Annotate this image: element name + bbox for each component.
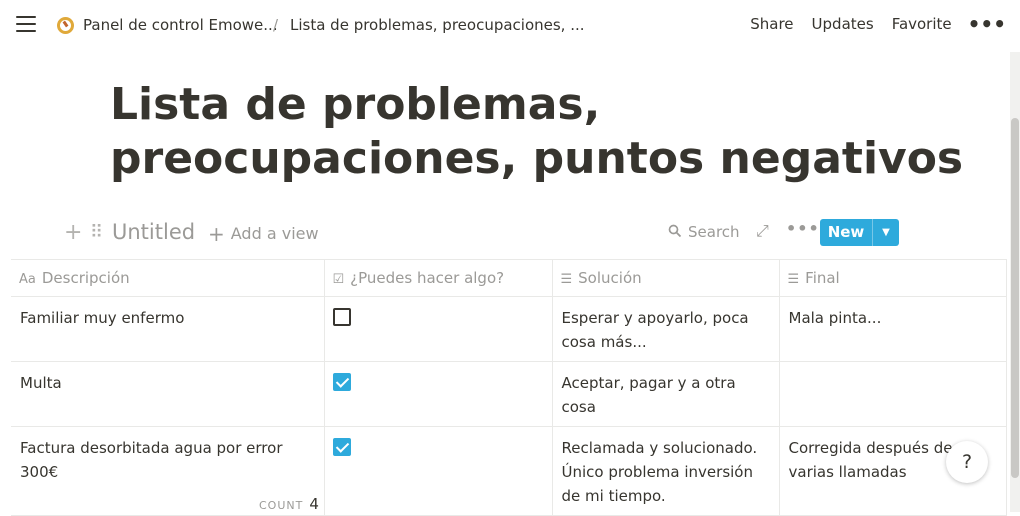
new-button-label[interactable]: New: [820, 219, 873, 246]
breadcrumb-separator: /: [273, 16, 279, 34]
column-header-final[interactable]: ☰ Final: [778, 259, 1007, 297]
column-label: Solución: [578, 269, 642, 287]
checkbox-unchecked[interactable]: [332, 308, 351, 326]
view-name[interactable]: Untitled: [112, 220, 195, 244]
cell-final[interactable]: [778, 361, 1007, 427]
checkbox-icon: ☑: [332, 272, 345, 287]
scrollbar-thumb[interactable]: [1011, 118, 1019, 478]
count-value: 4: [309, 495, 319, 513]
drag-handle-icon[interactable]: ⠿: [90, 222, 103, 243]
checkbox-checked[interactable]: [332, 373, 351, 391]
updates-button[interactable]: Updates: [812, 15, 874, 33]
more-options-icon[interactable]: •••: [968, 14, 1006, 34]
view-options-icon[interactable]: •••: [786, 219, 820, 238]
title-property-icon: Aa: [19, 272, 36, 287]
checkbox-checked[interactable]: [332, 438, 351, 456]
add-block-icon[interactable]: +: [64, 220, 82, 245]
table-row[interactable]: Familiar muy enfermo Esperar y apoyarlo,…: [11, 296, 1007, 362]
sidebar-menu-icon[interactable]: [16, 16, 36, 34]
cell-puedes[interactable]: [323, 361, 553, 427]
text-lines-icon: ☰: [787, 272, 800, 287]
add-view-button[interactable]: + Add a view: [208, 222, 319, 246]
cell-solucion[interactable]: Aceptar, pagar y a otra cosa: [551, 361, 780, 427]
cell-solucion[interactable]: Esperar y apoyarlo, poca cosa más...: [551, 296, 780, 362]
breadcrumb-current[interactable]: Lista de problemas, preocupaciones, ...: [290, 16, 585, 34]
help-button[interactable]: ?: [946, 441, 988, 483]
column-header-puedes[interactable]: ☑ ¿Puedes hacer algo?: [323, 259, 553, 297]
column-label: ¿Puedes hacer algo?: [350, 269, 505, 287]
database-table: Aa Descripción ☑ ¿Puedes hacer algo? ☰ Solu…: [11, 259, 1007, 516]
open-full-page-icon[interactable]: ⤢: [756, 221, 769, 241]
row-count[interactable]: COUNT 4: [259, 495, 319, 513]
count-label: COUNT: [259, 499, 304, 512]
cell-descripcion[interactable]: Multa: [11, 361, 325, 427]
table-row[interactable]: Multa Aceptar, pagar y a otra cosa: [11, 361, 1007, 427]
search-label: Search: [688, 223, 740, 241]
cell-final[interactable]: Mala pinta...: [778, 296, 1007, 362]
text-lines-icon: ☰: [560, 272, 573, 287]
favorite-button[interactable]: Favorite: [892, 15, 952, 33]
share-button[interactable]: Share: [750, 15, 793, 33]
page-emoji-icon: [57, 17, 74, 34]
cell-puedes[interactable]: [323, 296, 553, 362]
cell-puedes[interactable]: [323, 426, 553, 516]
table-header-row: Aa Descripción ☑ ¿Puedes hacer algo? ☰ Solu…: [11, 259, 1007, 297]
breadcrumb-parent[interactable]: Panel de control Emowe...: [83, 16, 278, 34]
cell-solucion[interactable]: Reclamada y solucionado. Único problema …: [551, 426, 780, 516]
top-actions: Share Updates Favorite •••: [732, 14, 1006, 34]
new-button[interactable]: New ▼: [820, 219, 899, 246]
top-bar: Panel de control Emowe... / Lista de pro…: [0, 0, 1020, 52]
page-title[interactable]: Lista de problemas, preocupaciones, punt…: [110, 78, 970, 186]
chevron-down-icon[interactable]: ▼: [873, 219, 899, 246]
column-header-solucion[interactable]: ☰ Solución: [551, 259, 780, 297]
add-view-label: Add a view: [230, 224, 319, 243]
cell-descripcion[interactable]: Familiar muy enfermo: [11, 296, 325, 362]
search-icon: [668, 224, 682, 238]
table-row[interactable]: Factura desorbitada agua por error 300€ …: [11, 426, 1007, 516]
column-label: Final: [805, 269, 840, 287]
search-button[interactable]: Search: [668, 223, 740, 241]
plus-icon: +: [208, 222, 225, 246]
column-header-descripcion[interactable]: Aa Descripción: [11, 259, 325, 297]
column-label: Descripción: [41, 269, 130, 287]
database-view-bar: + ⠿ Untitled + Add a view Search ⤢ ••• Ne…: [60, 218, 1000, 250]
